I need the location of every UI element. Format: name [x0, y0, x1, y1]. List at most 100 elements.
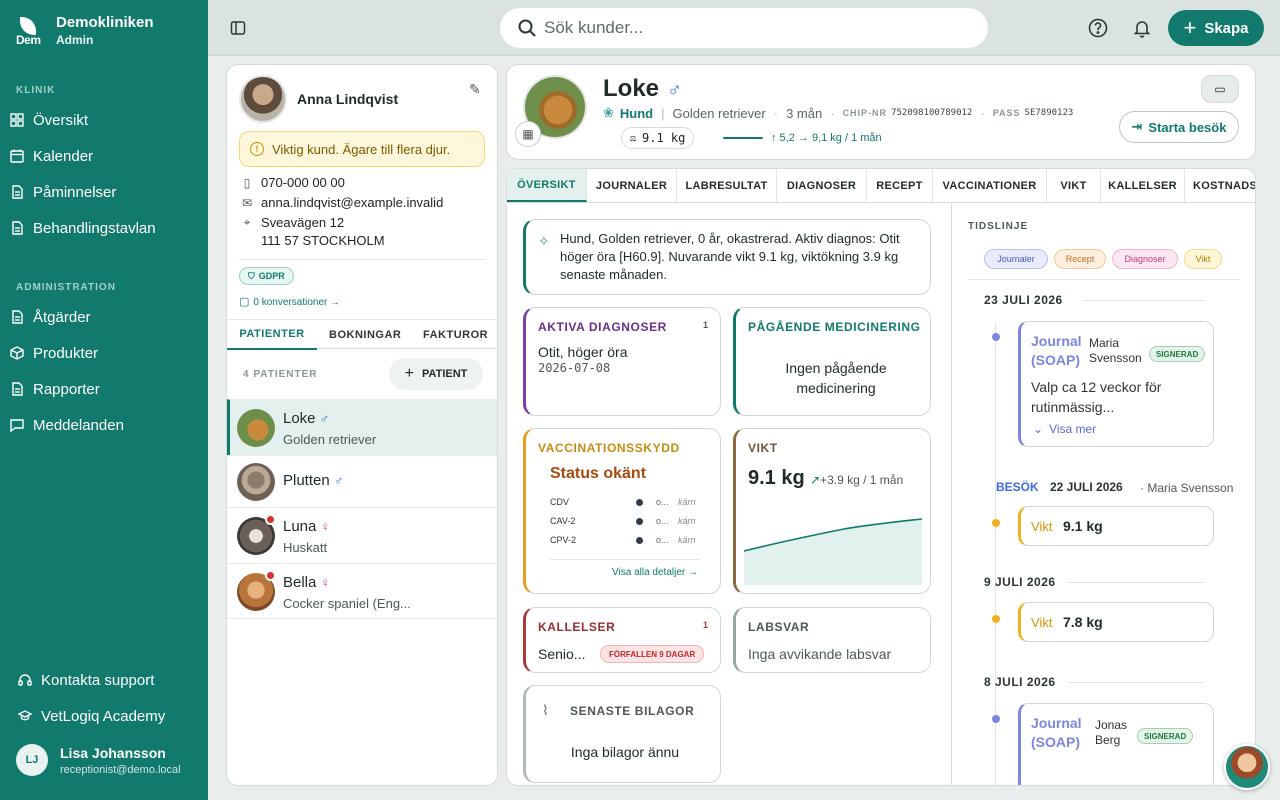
tab-journaler[interactable]: JOURNALER: [587, 169, 677, 202]
help-icon[interactable]: [1088, 18, 1108, 38]
assistant-avatar[interactable]: [1224, 744, 1270, 790]
medication-tile[interactable]: PÅGÅENDE MEDICINERING Ingen pågående med…: [733, 307, 931, 416]
patient-photo: [237, 409, 275, 447]
tab-vaccinationer[interactable]: VACCINATIONER: [933, 169, 1047, 202]
patient-breed: Huskatt: [283, 540, 328, 555]
weight-pill: ⚖ 9.1 kg: [621, 127, 695, 149]
owner-header: Anna Lindqvist: [239, 75, 398, 123]
journal-text: Valp ca 12 veckor för rutinmässig...: [1031, 379, 1162, 415]
tab-oversikt[interactable]: ÖVERSIKT: [507, 169, 587, 202]
timeline-weight-card[interactable]: Vikt 7.8 kg: [1018, 602, 1214, 642]
qr-code-icon[interactable]: ▦: [515, 121, 541, 147]
lab-tile[interactable]: LABSVAR Inga avvikande labsvar: [733, 607, 931, 673]
timeline-journal-card[interactable]: Journal (SOAP) Jonas Berg SIGNERAD: [1018, 703, 1214, 785]
topbar: Sök kunder... + Skapa: [208, 0, 1280, 56]
paperclip-icon: ⌇: [542, 702, 549, 718]
divider: [968, 279, 1240, 280]
scale-icon: ⚖: [630, 132, 637, 144]
create-button[interactable]: + Skapa: [1168, 10, 1264, 46]
recalls-tile[interactable]: KALLELSER 1 Senio... FÖRFALLEN 9 DAGAR: [523, 607, 721, 673]
sidebar-item-kalender[interactable]: Kalender: [8, 141, 200, 171]
weight-tile[interactable]: VIKT 9.1 kg ↗+3.9 kg / 1 mån: [733, 428, 931, 594]
document-icon: [10, 221, 24, 235]
owner-email[interactable]: ✉ anna.lindqvist@example.invalid: [241, 195, 443, 210]
sidebar-item-behandlingstavlan[interactable]: Behandlingstavlan: [8, 213, 200, 243]
vaccination-row: CAV-2 o... kärn: [550, 516, 696, 526]
timeline-date: 23 JULI 2026: [984, 293, 1204, 307]
tab-bokningar[interactable]: BOKNINGAR: [329, 320, 401, 350]
filter-recept[interactable]: Recept: [1054, 249, 1106, 269]
patient-row-bella[interactable]: Bella ♀ Cocker spaniel (Eng...: [227, 563, 497, 619]
gdpr-badge[interactable]: ⛉ GDPR: [239, 267, 294, 285]
document-icon: [10, 185, 24, 199]
sidebar-item-oversikt[interactable]: Översikt: [8, 105, 200, 135]
search-input[interactable]: Sök kunder...: [500, 8, 988, 48]
sidebar-item-meddelanden[interactable]: Meddelanden: [8, 410, 200, 440]
weight-trend: ↑ 5,2 → 9,1 kg / 1 mån: [723, 132, 882, 144]
tab-kallelser[interactable]: KALLELSER: [1101, 169, 1185, 202]
add-patient-button[interactable]: + PATIENT: [389, 358, 483, 390]
patient-breed: Cocker spaniel (Eng...: [283, 596, 411, 611]
nav-section-admin: ADMINISTRATION: [16, 282, 116, 293]
patient-row-luna[interactable]: Luna ♀ Huskatt: [227, 507, 497, 563]
vaccination-details-link[interactable]: Visa alla detaljer →: [612, 567, 698, 578]
shield-icon: ⛉: [248, 270, 255, 281]
clinic-name: Demokliniken: [56, 14, 154, 31]
filter-diagnoser[interactable]: Diagnoser: [1112, 249, 1178, 269]
patient-name: Bella ♀: [283, 574, 331, 591]
tab-kostnads[interactable]: KOSTNADS: [1185, 169, 1255, 202]
bell-icon[interactable]: [1132, 18, 1152, 38]
sidebar-item-produkter[interactable]: Produkter: [8, 338, 200, 368]
sidebar-toggle-icon[interactable]: [230, 20, 246, 36]
show-more-link[interactable]: ⌄ Visa mer: [1033, 422, 1096, 436]
timeline-journal-card[interactable]: Journal (SOAP) Maria Svensson SIGNERAD V…: [1018, 321, 1214, 447]
pet-name: Loke ♂: [603, 75, 683, 102]
sidebar-item-rapporter[interactable]: Rapporter: [8, 374, 200, 404]
weight-chart: [744, 518, 922, 585]
owner-phone[interactable]: ▯ 070-000 00 00: [241, 175, 345, 190]
vaccination-tile[interactable]: VACCINATIONSSKYDD Status okänt CDV o... kä…: [523, 428, 721, 594]
filter-vikt[interactable]: Vikt: [1184, 249, 1222, 269]
tab-vikt[interactable]: VIKT: [1047, 169, 1101, 202]
attachments-tile[interactable]: ⌇ SENASTE BILAGOR Inga bilagor ännu: [523, 685, 721, 783]
current-user[interactable]: LJ Lisa Johansson receptionist@demo.loca…: [16, 744, 181, 776]
support-link[interactable]: Kontakta support: [16, 665, 208, 695]
sidebar-item-atgarder[interactable]: Åtgärder: [8, 302, 200, 332]
patient-name: Luna ♀: [283, 518, 331, 535]
patient-row-loke[interactable]: Loke ♂ Golden retriever: [227, 399, 497, 455]
visit-author: · Maria Svensson: [1140, 481, 1234, 495]
tab-recept[interactable]: RECEPT: [867, 169, 933, 202]
owner-name: Anna Lindqvist: [297, 91, 399, 107]
timeline-weight-card[interactable]: Vikt 9.1 kg: [1018, 506, 1214, 546]
plus-icon: +: [404, 365, 414, 382]
conversations-link[interactable]: ▢ 0 konversationer →: [239, 295, 340, 308]
active-diagnoses-tile[interactable]: AKTIVA DIAGNOSER 1 Otit, höger öra 2026-…: [523, 307, 721, 416]
filter-journaler[interactable]: Journaler: [984, 249, 1048, 269]
tab-patienter[interactable]: PATIENTER: [227, 320, 317, 350]
divider: [239, 259, 485, 260]
brand[interactable]: Dem Demokliniken Admin: [16, 14, 154, 47]
chat-button[interactable]: ▭: [1201, 75, 1239, 103]
pet-tabs: ÖVERSIKT JOURNALER LABRESULTAT DIAGNOSER…: [507, 169, 1255, 203]
patient-row-plutten[interactable]: Plutten ♂: [227, 455, 497, 507]
academy-link[interactable]: VetLogiq Academy: [16, 701, 208, 731]
nav-section-klinik: KLINIK: [16, 85, 56, 96]
timeline: TIDSLINJE Journaler Recept Diagnoser Vik…: [951, 203, 1255, 785]
tab-labresultat[interactable]: LABRESULTAT: [677, 169, 777, 202]
tab-diagnoser[interactable]: DIAGNOSER: [777, 169, 867, 202]
sidebar-item-paminnelser[interactable]: Påminnelser: [8, 177, 200, 207]
weight-value: 9.1 kg: [748, 467, 805, 489]
tab-fakturor[interactable]: FAKTUROR: [423, 320, 488, 350]
start-visit-button[interactable]: ⇥ Starta besök: [1119, 111, 1239, 143]
pet-species: Hund: [619, 105, 654, 121]
pet-overview: ÖVERSIKT JOURNALER LABRESULTAT DIAGNOSER…: [506, 168, 1256, 786]
diagnosis-date: 2026-07-08: [538, 361, 611, 375]
box-icon: [10, 346, 24, 360]
mail-icon: ✉: [241, 195, 253, 210]
pet-breed: Golden retriever: [672, 105, 766, 121]
pass-number: SE7890123: [1024, 108, 1074, 118]
ai-summary: ✧ Hund, Golden retriever, 0 år, okastrer…: [523, 219, 931, 295]
edit-pencil-icon[interactable]: ✎: [469, 81, 481, 98]
pet-header: ▦ Loke ♂ ❀ Hund | Golden retriever · 3 må…: [506, 64, 1256, 160]
journal-author: Maria Svensson: [1089, 336, 1142, 365]
